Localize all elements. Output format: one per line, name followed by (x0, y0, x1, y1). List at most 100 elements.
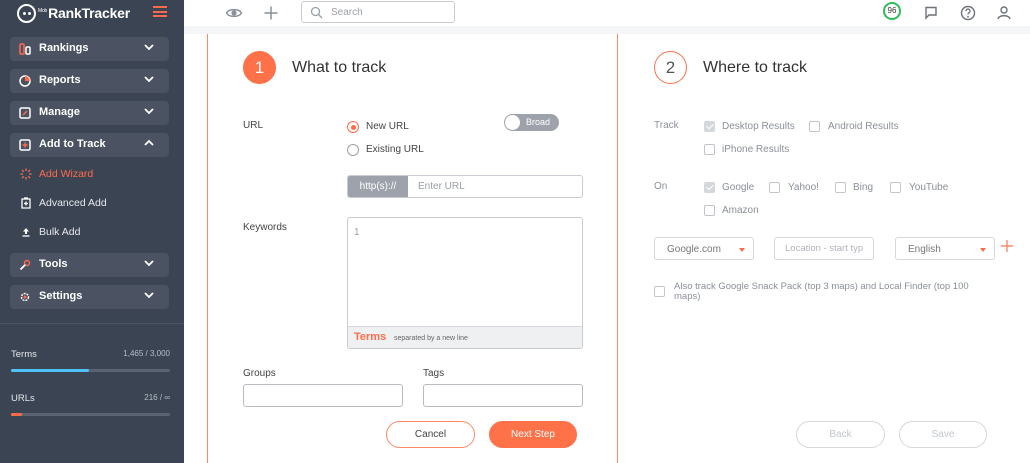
existing-url-radio[interactable] (347, 144, 359, 156)
youtube-label: YouTube (909, 182, 949, 193)
language-select[interactable]: English (895, 237, 995, 260)
terms-quota-track (11, 369, 170, 372)
search-box (301, 1, 455, 23)
logo-icon (17, 4, 36, 23)
nav-label: Settings (39, 290, 83, 302)
nav-item-manage[interactable]: Manage (10, 101, 169, 125)
sidebar-divider (0, 323, 184, 324)
chevron-down-icon (144, 106, 154, 116)
search-input[interactable] (331, 4, 449, 20)
keywords-box: 1 Terms separated by a new line (347, 217, 583, 349)
nav-item-add-to-track[interactable]: Add to Track (10, 133, 169, 157)
hamburger-menu-icon[interactable] (153, 6, 167, 17)
yahoo-label: Yahoo! (788, 182, 819, 193)
step-2-title: Where to track (703, 59, 808, 76)
iphone-results-label: iPhone Results (722, 144, 790, 155)
terms-quota-fill (11, 369, 89, 372)
tools-icon (19, 259, 31, 271)
url-label: URL (243, 120, 264, 131)
search-icon (310, 6, 323, 19)
nav-item-rankings[interactable]: Rankings (10, 37, 169, 61)
android-results-label: Android Results (828, 121, 899, 132)
toggle-knob (505, 115, 520, 130)
keywords-footer: Terms separated by a new line (348, 326, 582, 348)
save-button[interactable]: Save (899, 421, 987, 448)
google-checkbox[interactable] (704, 182, 715, 193)
android-results-checkbox[interactable] (809, 121, 820, 132)
nav-item-tools[interactable]: Tools (10, 253, 169, 277)
bulk-add-icon (20, 226, 32, 238)
existing-url-label: Existing URL (366, 144, 424, 155)
snack-pack-checkbox[interactable] (654, 286, 665, 297)
terms-hint: separated by a new line (394, 335, 468, 342)
tags-input[interactable] (423, 384, 583, 407)
settings-icon (19, 291, 31, 303)
chevron-down-icon (144, 290, 154, 300)
add-location-icon[interactable] (1000, 239, 1014, 253)
nav-item-settings[interactable]: Settings (10, 285, 169, 309)
snack-pack-label: Also track Google Snack Pack (top 3 maps… (674, 281, 969, 302)
terms-label: Terms (354, 331, 387, 343)
sub-item-advanced-add[interactable]: Advanced Add (10, 192, 169, 214)
sub-item-label: Advanced Add (39, 197, 107, 209)
advanced-add-icon (20, 197, 32, 209)
chevron-down-icon (144, 42, 154, 52)
eye-icon[interactable] (225, 4, 243, 22)
desktop-results-label: Desktop Results (722, 121, 795, 132)
next-step-button[interactable]: Next Step (489, 421, 577, 448)
broad-toggle-label: Broad (526, 117, 551, 127)
keyword-line-number: 1 (354, 227, 360, 238)
new-url-radio[interactable] (347, 121, 359, 133)
sidebar: MobRankTracker Rankings Reports Manage A… (0, 0, 184, 463)
track-label: Track (654, 120, 679, 131)
nav-label: Tools (39, 258, 68, 270)
main-content: 1 What to track URL New URL Existing URL… (184, 34, 1030, 463)
logo-prefix: Mob (38, 8, 48, 15)
url-input[interactable] (418, 179, 578, 194)
terms-quota-value: 1,465 / 3,000 (123, 349, 170, 358)
yahoo-checkbox[interactable] (769, 182, 780, 193)
location-input[interactable] (774, 237, 874, 260)
google-domain-value: Google.com (667, 244, 721, 255)
bing-checkbox[interactable] (835, 182, 846, 193)
amazon-checkbox[interactable] (704, 205, 715, 216)
broad-toggle[interactable]: Broad (504, 114, 559, 131)
keywords-textarea[interactable] (364, 224, 576, 324)
help-icon[interactable] (959, 4, 977, 22)
dropdown-caret-icon (980, 248, 986, 252)
step-1-title: What to track (292, 59, 387, 76)
back-button[interactable]: Back (796, 421, 885, 448)
groups-input[interactable] (243, 384, 403, 407)
tags-label: Tags (423, 368, 445, 379)
sub-item-bulk-add[interactable]: Bulk Add (10, 221, 169, 243)
on-label: On (654, 181, 668, 192)
chevron-up-icon (144, 138, 154, 148)
urls-quota-label: URLs (11, 393, 35, 404)
score-badge[interactable]: 96 (883, 2, 901, 20)
google-label: Google (722, 182, 755, 193)
user-icon[interactable] (995, 4, 1013, 22)
logo-text: RankTracker (48, 5, 130, 21)
keywords-label: Keywords (243, 222, 287, 233)
language-value: English (908, 244, 941, 255)
logo-row: MobRankTracker (0, 0, 184, 26)
nav-label: Add to Track (39, 138, 106, 150)
google-domain-select[interactable]: Google.com (654, 237, 754, 260)
sub-item-add-wizard[interactable]: Add Wizard (10, 163, 169, 185)
iphone-results-checkbox[interactable] (704, 144, 715, 155)
topbar: 96 (184, 0, 1030, 26)
sub-item-label: Bulk Add (39, 226, 81, 238)
nav-item-reports[interactable]: Reports (10, 69, 169, 93)
nav-label: Reports (39, 74, 81, 86)
add-icon[interactable] (262, 4, 280, 22)
cancel-button[interactable]: Cancel (386, 421, 475, 448)
urls-quota-value: 216 / ∞ (144, 393, 170, 402)
amazon-label: Amazon (722, 205, 759, 216)
feedback-icon[interactable] (922, 4, 940, 22)
youtube-checkbox[interactable] (890, 182, 901, 193)
step-2-badge: 2 (654, 51, 687, 84)
rankings-icon (19, 43, 31, 55)
desktop-results-checkbox[interactable] (704, 121, 715, 132)
app: MobRankTracker Rankings Reports Manage A… (0, 0, 1030, 463)
logo[interactable]: MobRankTracker (38, 5, 130, 21)
